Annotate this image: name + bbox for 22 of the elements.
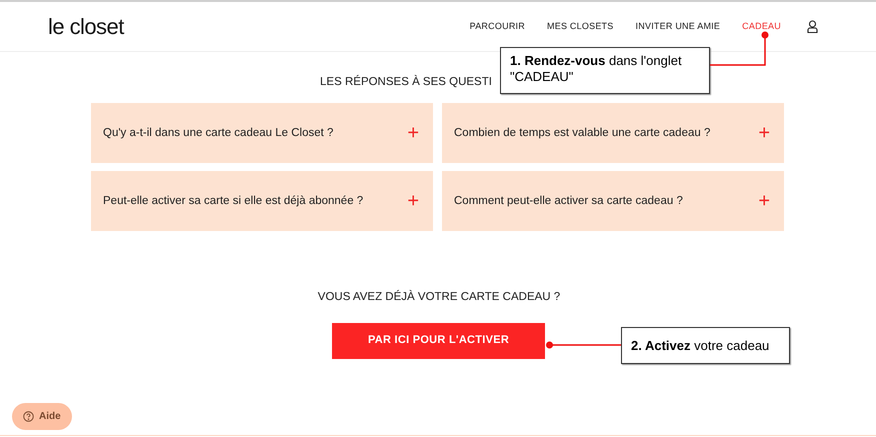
user-icon[interactable] xyxy=(807,20,818,33)
faq-question: Qu'y a-t-il dans une carte cadeau Le Closet ? xyxy=(103,126,334,141)
logo[interactable]: le closet xyxy=(48,10,124,43)
faq-card[interactable]: Peut-elle activer sa carte si elle est déjà abonnée ? + xyxy=(91,171,433,232)
activate-button[interactable]: PAR ICI POUR L'ACTIVER xyxy=(332,322,545,358)
faq-card[interactable]: Combien de temps est valable une carte cadeau ? + xyxy=(442,103,784,164)
help-button[interactable]: Aide xyxy=(12,403,72,430)
section-heading: LES RÉPONSES À SES QUESTI xyxy=(320,74,492,90)
faq-question: Comment peut-elle activer sa carte cadeau ? xyxy=(454,194,683,209)
nav-link[interactable]: INVITER UNE AMIE xyxy=(636,20,720,34)
faq-question: Peut-elle activer sa carte si elle est déjà abonnée ? xyxy=(103,194,364,209)
nav-link[interactable]: MES CLOSETS xyxy=(547,20,614,34)
help-icon xyxy=(23,411,34,422)
leader-line xyxy=(710,31,770,67)
nav-link[interactable]: CADEAU xyxy=(742,20,781,34)
callout: 2. Activez votre cadeau xyxy=(621,327,790,364)
faq-question: Combien de temps est valable une carte cadeau ? xyxy=(454,126,710,141)
callout: 1. Rendez-vous dans l'onglet "CADEAU" xyxy=(500,47,710,94)
section-heading: VOUS AVEZ DÉJÀ VOTRE CARTE CADEAU ? xyxy=(318,289,560,306)
faq-card[interactable]: Comment peut-elle activer sa carte cadeau ? + xyxy=(442,171,784,232)
nav-link[interactable]: PARCOURIR xyxy=(470,20,526,34)
faq-card[interactable]: Qu'y a-t-il dans une carte cadeau Le Closet ? + xyxy=(91,103,433,164)
